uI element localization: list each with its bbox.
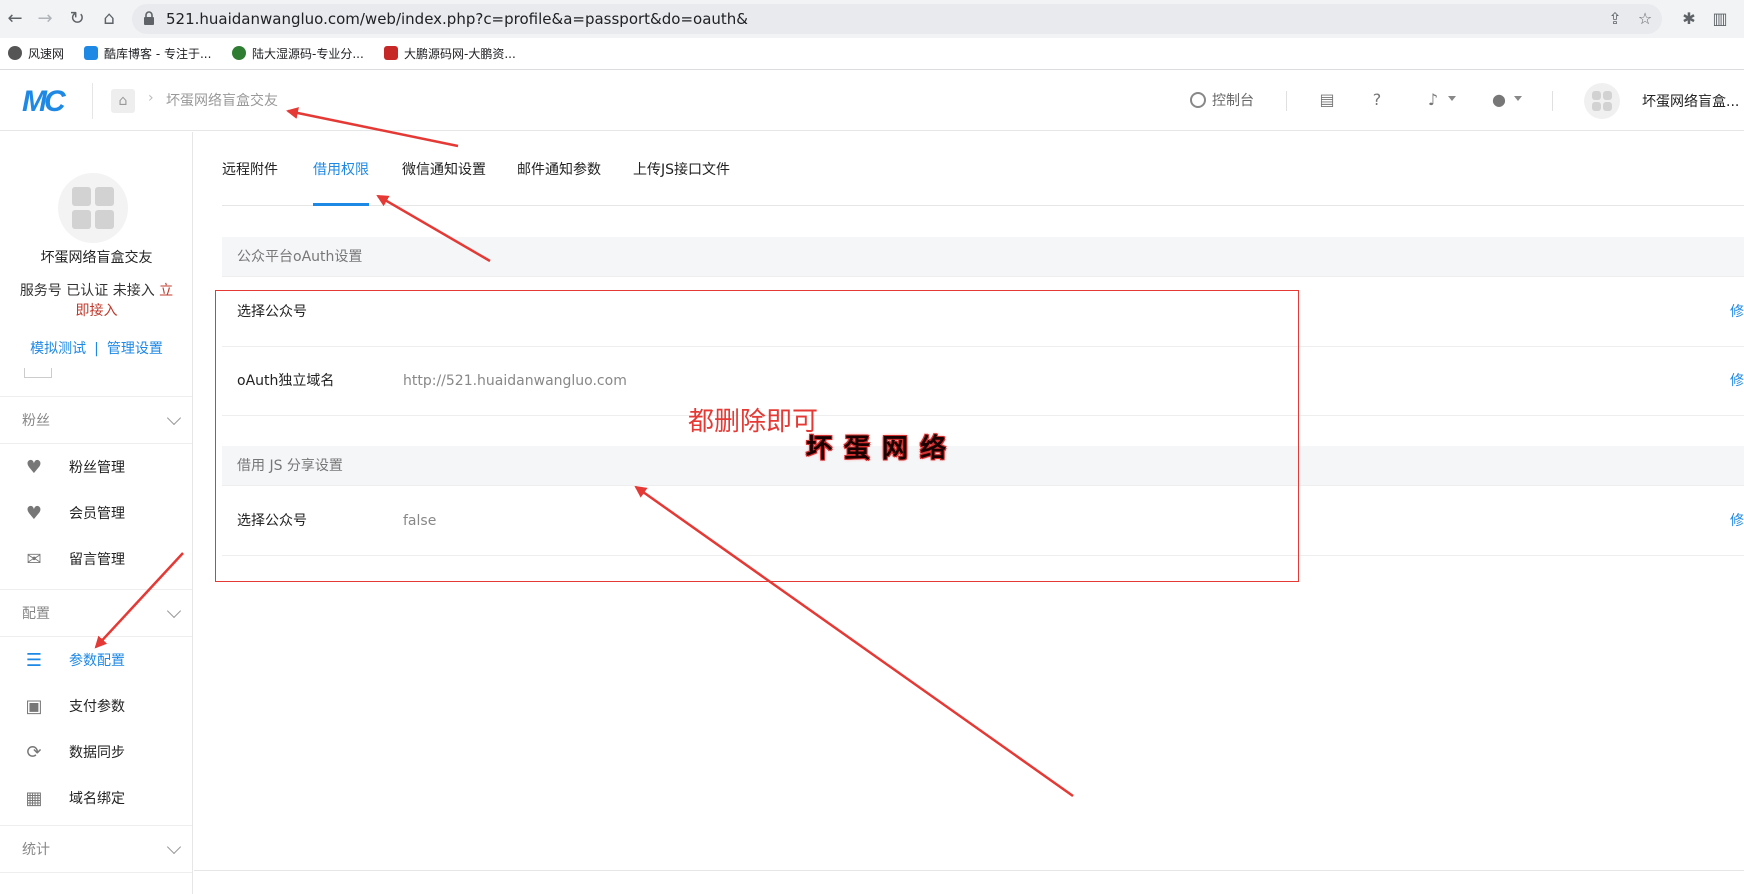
store-icon[interactable]: ▤: [1316, 89, 1338, 111]
settings-tabs: 远程附件 借用权限 微信通知设置 邮件通知参数 上传JS接口文件: [222, 132, 1744, 206]
sidebar-item-members[interactable]: ♥ 会员管理: [0, 491, 192, 537]
chevron-down-icon: [166, 410, 182, 426]
sidebar-links: 模拟测试 | 管理设置: [0, 338, 192, 358]
user-icon[interactable]: ●: [1488, 89, 1510, 111]
url-text: 521.huaidanwangluo.com/web/index.php?c=p…: [166, 10, 748, 28]
setting-row: 选择公众号 false 修: [222, 487, 1744, 556]
lock-icon: [144, 11, 154, 25]
sidebar-account-name: 坏蛋网络盲盒交友: [40, 250, 153, 266]
section-js-share-settings: 借用 JS 分享设置: [222, 446, 1744, 486]
bookmark-favicon-icon: [232, 46, 246, 60]
extensions-icon[interactable]: ✱: [1679, 9, 1699, 29]
account-avatar: [58, 173, 128, 243]
bookmark-favicon-icon: [8, 46, 22, 60]
header-divider: [92, 83, 93, 119]
edit-link[interactable]: 修: [1730, 487, 1744, 556]
star-icon[interactable]: ☆: [1636, 10, 1654, 28]
content-divider: [194, 870, 1744, 871]
domain-icon: ▦: [25, 788, 43, 809]
home-icon[interactable]: ⌂: [98, 8, 120, 30]
header-divider: [1286, 91, 1287, 111]
edit-link[interactable]: 修: [1730, 278, 1744, 347]
edit-link[interactable]: 修: [1730, 347, 1744, 416]
section-oauth-settings: 公众平台oAuth设置: [222, 237, 1744, 277]
setting-value: false: [403, 513, 437, 529]
chevron-down-icon: [166, 839, 182, 855]
bookmark-item[interactable]: 陆大湿源码-专业分...: [232, 38, 364, 70]
sidebar-item-fans[interactable]: ♥ 粉丝管理: [0, 445, 192, 491]
sidebar-item-messages[interactable]: ✉ 留言管理: [0, 537, 192, 583]
tab-borrow-permission[interactable]: 借用权限: [313, 132, 369, 206]
account-status: 服务号 已认证 未接入 立即接入: [19, 283, 174, 319]
manage-settings-link[interactable]: 管理设置: [107, 341, 163, 357]
app-header: MC ⌂ › 坏蛋网络盲盒交友 控制台 ▤ ? ♪ ● 坏蛋网络盲盒...: [0, 71, 1744, 131]
bell-icon[interactable]: ♪: [1422, 89, 1444, 111]
heart-icon: ♥: [25, 457, 43, 478]
tab-email-notify[interactable]: 邮件通知参数: [517, 132, 601, 206]
back-icon[interactable]: ←: [4, 8, 26, 30]
setting-label: 选择公众号: [237, 304, 307, 320]
forward-icon[interactable]: →: [34, 8, 56, 30]
share-icon[interactable]: ⇪: [1606, 10, 1624, 28]
console-link[interactable]: 控制台: [1190, 90, 1254, 110]
help-icon[interactable]: ?: [1366, 89, 1388, 111]
bookmarks-bar: 风速网 酷库博客 - 专注于... 陆大湿源码-专业分... 大鹏源码网-大鹏资…: [0, 38, 1744, 70]
breadcrumb[interactable]: 坏蛋网络盲盒交友: [166, 90, 278, 110]
setting-row: 选择公众号 修: [222, 278, 1744, 347]
bookmark-item[interactable]: 风速网: [8, 38, 64, 70]
sidebar-item-payment[interactable]: ▣ 支付参数: [0, 684, 192, 730]
setting-row: oAuth独立域名 http://521.huaidanwangluo.com …: [222, 347, 1744, 416]
header-divider: [1552, 91, 1553, 111]
reload-icon[interactable]: ↻: [66, 8, 88, 30]
address-bar[interactable]: 521.huaidanwangluo.com/web/index.php?c=p…: [132, 4, 1662, 34]
setting-label: oAuth独立域名: [237, 373, 335, 389]
bookmark-item[interactable]: 酷库博客 - 专注于...: [84, 38, 211, 70]
console-icon: [1190, 92, 1206, 108]
account-avatar[interactable]: [1584, 83, 1620, 119]
sidebar-item-params[interactable]: ☰ 参数配置: [0, 638, 192, 684]
sidebar-group-fans[interactable]: 粉丝: [0, 396, 192, 444]
sidebar: 坏蛋网络盲盒交友 服务号 已认证 未接入 立即接入 模拟测试 | 管理设置 粉丝 ♥…: [0, 132, 193, 894]
sidebar-group-config[interactable]: 配置: [0, 589, 192, 637]
tab-remote-attachments[interactable]: 远程附件: [222, 132, 278, 206]
main-content: 远程附件 借用权限 微信通知设置 邮件通知参数 上传JS接口文件 公众平台oAu…: [194, 132, 1744, 894]
scrolled-menu-item: [24, 368, 52, 378]
bookmark-item[interactable]: 大鹏源码网-大鹏资...: [384, 38, 516, 70]
bookmark-favicon-icon: [384, 46, 398, 60]
browser-toolbar: ← → ↻ ⌂ 521.huaidanwangluo.com/web/index…: [0, 0, 1744, 38]
tab-upload-js[interactable]: 上传JS接口文件: [633, 132, 730, 206]
chevron-down-icon: [1448, 96, 1456, 101]
simulate-test-link[interactable]: 模拟测试: [30, 341, 86, 357]
link-separator: |: [94, 341, 99, 357]
sidebar-item-domain[interactable]: ▦ 域名绑定: [0, 776, 192, 822]
sidepanel-icon[interactable]: ▥: [1710, 9, 1730, 29]
wallet-icon: ▣: [25, 696, 43, 717]
sidebar-group-stats[interactable]: 统计: [0, 825, 192, 873]
envelope-icon: ✉: [26, 549, 42, 570]
sidebar-item-sync[interactable]: ⟳ 数据同步: [0, 730, 192, 776]
sync-icon: ⟳: [26, 742, 42, 763]
breadcrumb-chevron-icon: ›: [148, 90, 154, 106]
account-name[interactable]: 坏蛋网络盲盒...: [1642, 91, 1739, 111]
heart-icon: ♥: [25, 503, 43, 524]
logo[interactable]: MC: [22, 85, 66, 119]
chevron-down-icon: [166, 603, 182, 619]
tab-wechat-notify[interactable]: 微信通知设置: [402, 132, 486, 206]
chevron-down-icon: [1514, 96, 1522, 101]
home-icon[interactable]: ⌂: [111, 89, 135, 113]
setting-value: http://521.huaidanwangluo.com: [403, 373, 627, 389]
setting-label: 选择公众号: [237, 513, 307, 529]
list-icon: ☰: [25, 650, 43, 671]
bookmark-favicon-icon: [84, 46, 98, 60]
